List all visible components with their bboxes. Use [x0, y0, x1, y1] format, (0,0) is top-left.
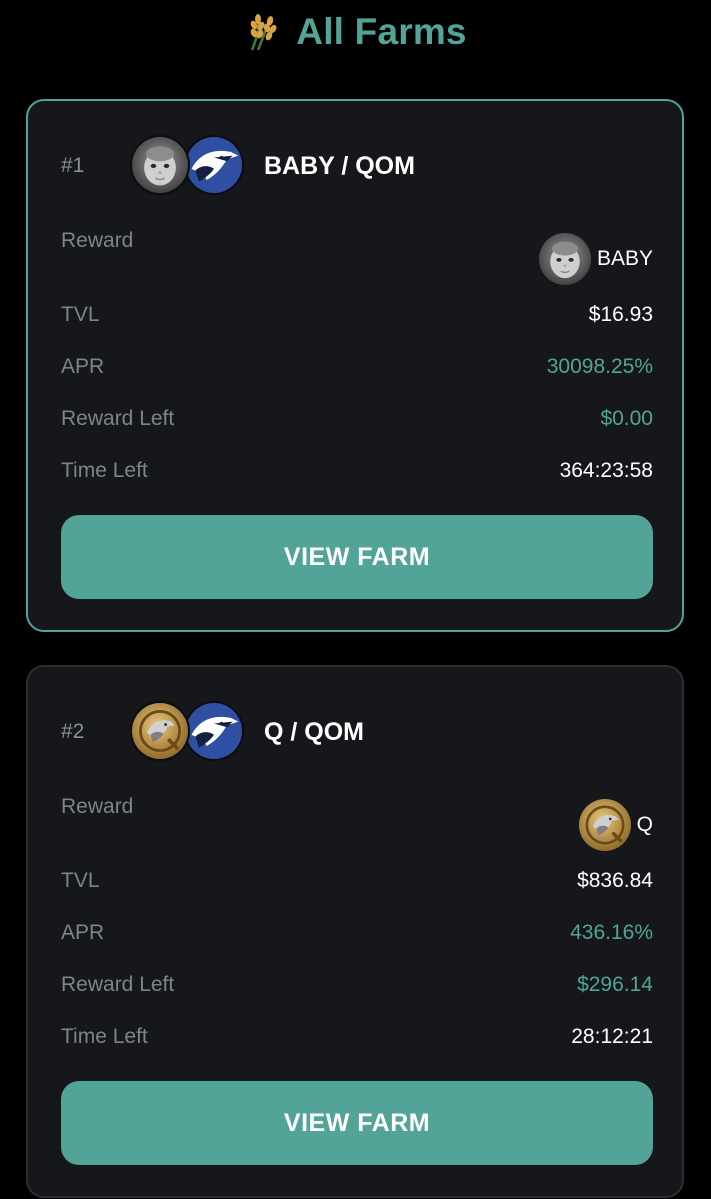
apr-row: APR 436.16% [61, 907, 653, 959]
baby-token-icon [538, 233, 591, 285]
token-pair-icons [130, 701, 244, 763]
reward-row: Reward [61, 785, 653, 855]
time-left-value: 364:23:58 [559, 459, 653, 482]
tvl-row: TVL $836.84 [61, 855, 653, 907]
apr-row: APR 30098.25% [61, 341, 653, 393]
reward-token-symbol: BABY [596, 247, 653, 270]
reward-label: Reward [61, 229, 134, 252]
reward-label: Reward [61, 795, 134, 818]
apr-value: 30098.25% [546, 355, 653, 378]
reward-token-symbol: Q [636, 813, 653, 836]
reward-left-row: Reward Left $0.00 [61, 393, 653, 445]
reward-left-row: Reward Left $296.14 [61, 959, 653, 1011]
farm-card: #2 Q / QOM Reward Q TVL $836.84 APR 436.… [26, 665, 684, 1198]
farm-details: Reward [61, 785, 653, 1063]
reward-left-label: Reward Left [61, 407, 175, 430]
tvl-row: TVL $16.93 [61, 289, 653, 341]
q-eagle-coin-icon [578, 799, 631, 851]
tvl-label: TVL [61, 869, 100, 892]
tvl-label: TVL [61, 303, 100, 326]
token-pair-icons [130, 135, 244, 197]
page-header: All Farms [0, 0, 711, 64]
view-farm-button[interactable]: VIEW FARM [61, 1081, 653, 1165]
q-eagle-coin-icon [130, 701, 190, 761]
time-left-value: 28:12:21 [571, 1025, 653, 1048]
reward-value: Q [578, 799, 653, 851]
reward-left-value: $0.00 [600, 407, 653, 430]
reward-left-value: $296.14 [577, 973, 653, 996]
view-farm-button[interactable]: VIEW FARM [61, 515, 653, 599]
farm-rank: #1 [61, 154, 85, 177]
reward-row: Reward [61, 219, 653, 289]
time-left-row: Time Left 364:23:58 [61, 445, 653, 497]
qom-eagle-token-icon [184, 135, 244, 195]
farm-card: #1 BABY / QOM Reward BABY TVL $16.93 APR… [26, 99, 684, 632]
time-left-label: Time Left [61, 1025, 148, 1048]
baby-token-icon [130, 135, 190, 195]
reward-left-label: Reward Left [61, 973, 175, 996]
tvl-value: $836.84 [577, 869, 653, 892]
tvl-value: $16.93 [588, 303, 653, 326]
apr-label: APR [61, 921, 105, 944]
time-left-label: Time Left [61, 459, 148, 482]
rice-stalk-icon [244, 12, 282, 52]
farm-rank: #2 [61, 720, 85, 743]
apr-label: APR [61, 355, 105, 378]
time-left-row: Time Left 28:12:21 [61, 1011, 653, 1063]
reward-value: BABY [538, 233, 653, 285]
farm-details: Reward [61, 219, 653, 497]
farm-pair-name: BABY / QOM [264, 152, 415, 180]
apr-value: 436.16% [570, 921, 653, 944]
farm-pair-name: Q / QOM [264, 718, 364, 746]
page-title: All Farms [296, 11, 467, 52]
farm-card-header: #1 BABY / QOM [28, 101, 682, 231]
qom-eagle-token-icon [184, 701, 244, 761]
farm-card-header: #2 Q / QOM [28, 667, 682, 797]
